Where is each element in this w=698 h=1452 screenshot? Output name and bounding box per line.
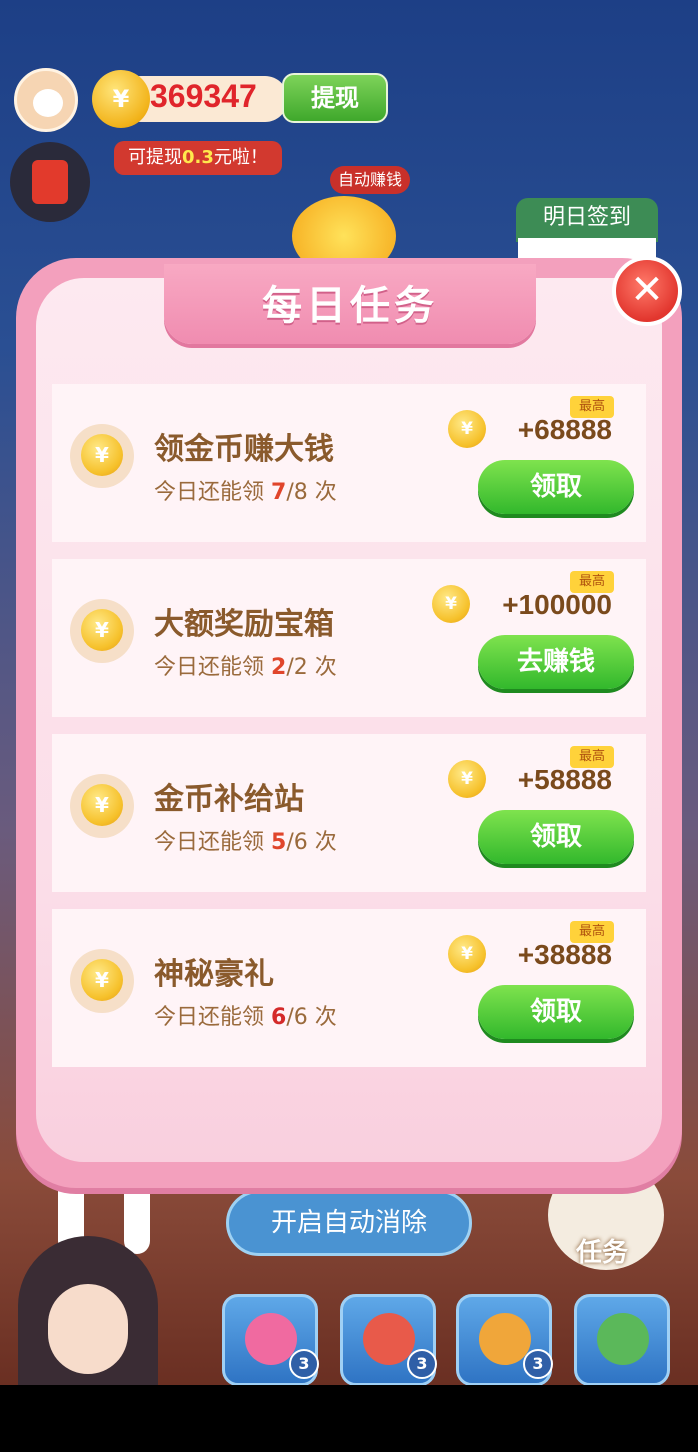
character-avatar [18, 1236, 158, 1386]
task-remaining: 今日还能领 7/8 次 [154, 474, 337, 506]
withdraw-tip-suffix: 元啦！ [213, 147, 268, 168]
withdraw-button[interactable]: 提现 [282, 73, 388, 123]
coin-icon: ¥ [81, 609, 123, 651]
bunny-ear-right [124, 1178, 150, 1254]
task-remaining-suffix: 次 [307, 655, 337, 680]
task-row: ¥ 大额奖励宝箱 今日还能领 2/2 次 最高 ¥ +100000 去赚钱 [52, 559, 646, 717]
coin-balance: 369347 [150, 78, 257, 114]
sign-in-button[interactable]: 明日签到 [516, 198, 658, 242]
task-reward: +68888 [517, 414, 612, 445]
task-remaining-prefix: 今日还能领 [154, 1005, 271, 1030]
task-remaining-total: /6 [286, 1005, 308, 1030]
task-reward: +38888 [517, 939, 612, 970]
withdraw-tip-amount: 0.3 [182, 147, 214, 168]
go-earn-button[interactable]: 去赚钱 [478, 635, 634, 689]
task-reward: +58888 [517, 764, 612, 795]
task-row: ¥ 神秘豪礼 今日还能领 6/6 次 最高 ¥ +38888 领取 [52, 909, 646, 1067]
withdraw-tip: 可提现0.3元啦！ [114, 141, 282, 175]
reward-coin-icon: ¥ [448, 935, 486, 973]
task-remaining-suffix: 次 [307, 480, 337, 505]
prop-item[interactable]: 3 [222, 1294, 319, 1386]
task-remaining: 今日还能领 6/6 次 [154, 999, 337, 1031]
task-remaining-count: 2 [271, 655, 287, 680]
prop-count: 3 [407, 1349, 437, 1379]
task-row: ¥ 金币补给站 今日还能领 5/6 次 最高 ¥ +58888 领取 [52, 734, 646, 892]
claim-button[interactable]: 领取 [478, 985, 634, 1039]
task-remaining: 今日还能领 2/2 次 [154, 649, 337, 681]
task-remaining-suffix: 次 [307, 1005, 337, 1030]
claim-button[interactable]: 领取 [478, 810, 634, 864]
auto-earn-tag: 自动赚钱 [330, 166, 411, 194]
task-remaining-total: /8 [286, 480, 308, 505]
reward-coin-icon: ¥ [448, 410, 486, 448]
reward-coin-icon: ¥ [448, 760, 486, 798]
task-remaining-suffix: 次 [307, 830, 337, 855]
reward-coin-icon: ¥ [432, 585, 470, 623]
prop-count: 3 [523, 1349, 553, 1379]
task-row: ¥ 领金币赚大钱 今日还能领 7/8 次 最高 ¥ +68888 领取 [52, 384, 646, 542]
task-remaining-total: /2 [286, 655, 308, 680]
player-avatar[interactable] [14, 68, 78, 132]
task-reward: +100000 [502, 589, 612, 620]
coin-icon: ¥ [81, 784, 123, 826]
red-envelope-icon[interactable] [10, 142, 90, 222]
withdraw-tip-prefix: 可提现 [128, 147, 182, 168]
system-navigation-bar [0, 1385, 698, 1452]
task-name: 金币补给站 [154, 782, 304, 817]
close-button[interactable]: ✕ [612, 256, 682, 326]
coin-icon: ¥ [81, 434, 123, 476]
task-remaining-prefix: 今日还能领 [154, 655, 271, 680]
task-remaining-count: 7 [271, 480, 287, 505]
dialog-title: 每日任务 [262, 283, 438, 329]
task-name: 大额奖励宝箱 [154, 607, 334, 642]
prop-item[interactable]: 3 [340, 1294, 437, 1386]
task-button-label: 任务 [576, 1238, 629, 1268]
prop-item[interactable]: 3 [456, 1294, 553, 1386]
task-remaining-prefix: 今日还能领 [154, 480, 271, 505]
task-name: 领金币赚大钱 [154, 432, 334, 467]
task-name: 神秘豪礼 [154, 957, 274, 992]
prop-count: 3 [289, 1349, 319, 1379]
task-remaining-total: /6 [286, 830, 308, 855]
prop-item[interactable] [574, 1294, 670, 1386]
task-remaining-prefix: 今日还能领 [154, 830, 271, 855]
coin-icon: ¥ [92, 70, 150, 128]
auto-clear-button[interactable]: 开启自动消除 [226, 1190, 472, 1256]
task-remaining-count: 5 [271, 830, 287, 855]
task-remaining: 今日还能领 5/6 次 [154, 824, 337, 856]
prop-ball-icon [597, 1313, 649, 1365]
coin-icon: ¥ [81, 959, 123, 1001]
task-remaining-count: 6 [271, 1005, 287, 1030]
claim-button[interactable]: 领取 [478, 460, 634, 514]
